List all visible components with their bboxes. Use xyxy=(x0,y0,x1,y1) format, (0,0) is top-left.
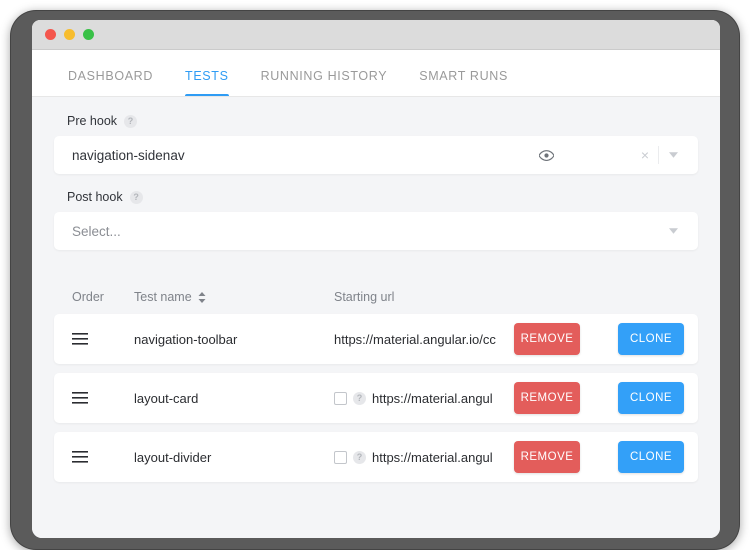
tab-dashboard[interactable]: DASHBOARD xyxy=(52,69,169,97)
post-hook-label: Post hook xyxy=(67,190,123,204)
clone-button[interactable]: CLONE xyxy=(618,323,684,355)
starting-url-text: https://material.angul xyxy=(372,449,493,465)
row-actions: REMOVE CLONE xyxy=(514,323,684,355)
column-header-test-name[interactable]: Test name xyxy=(134,290,334,304)
post-hook-field-group: Post hook ? Select... xyxy=(32,174,720,250)
column-header-starting-url: Starting url xyxy=(334,290,395,304)
tab-smart-runs[interactable]: SMART RUNS xyxy=(403,69,524,97)
starting-url-text: https://material.angul xyxy=(372,390,493,406)
window-title-bar xyxy=(32,20,720,50)
drag-handle-icon[interactable] xyxy=(72,333,134,345)
pre-hook-field-group: Pre hook ? navigation-sidenav × xyxy=(32,97,720,174)
remove-button[interactable]: REMOVE xyxy=(514,323,580,355)
table-row[interactable]: layout-card ? https://material.angul REM… xyxy=(54,373,698,423)
starting-url-cell: ? https://material.angul xyxy=(334,450,514,465)
table-row[interactable]: navigation-toolbar https://material.angu… xyxy=(54,314,698,364)
device-frame: DASHBOARD TESTS RUNNING HISTORY SMART RU… xyxy=(10,10,740,550)
close-window-button[interactable] xyxy=(45,29,56,40)
pre-hook-select[interactable]: navigation-sidenav × xyxy=(54,136,698,174)
post-hook-select[interactable]: Select... xyxy=(54,212,698,250)
url-help-icon[interactable]: ? xyxy=(353,450,366,464)
tests-table: Order Test name Starting url navigation-… xyxy=(32,280,720,482)
pre-hook-label: Pre hook xyxy=(67,114,118,128)
row-checkbox[interactable] xyxy=(334,450,347,464)
eye-icon[interactable] xyxy=(538,149,554,161)
chevron-down-icon[interactable] xyxy=(659,152,688,158)
test-name-cell: layout-divider xyxy=(134,449,212,465)
pre-hook-help-icon[interactable]: ? xyxy=(124,114,138,128)
test-name-cell: navigation-toolbar xyxy=(134,331,238,347)
sort-arrows-icon[interactable] xyxy=(198,291,206,303)
remove-button[interactable]: REMOVE xyxy=(514,441,580,473)
drag-handle-icon[interactable] xyxy=(72,451,134,463)
browser-window: DASHBOARD TESTS RUNNING HISTORY SMART RU… xyxy=(32,20,720,538)
row-actions: REMOVE CLONE xyxy=(514,382,684,414)
clone-button[interactable]: CLONE xyxy=(618,382,684,414)
minimize-window-button[interactable] xyxy=(64,29,75,40)
test-name-cell: layout-card xyxy=(134,390,199,406)
tab-running-history[interactable]: RUNNING HISTORY xyxy=(245,69,404,97)
post-hook-placeholder: Select... xyxy=(72,223,121,239)
clear-pre-hook-icon[interactable]: × xyxy=(632,148,658,162)
chevron-down-icon[interactable] xyxy=(659,228,688,234)
url-help-icon[interactable]: ? xyxy=(353,391,366,405)
column-header-test-name-label: Test name xyxy=(134,290,192,304)
starting-url-cell: ? https://material.angul xyxy=(334,391,514,406)
pre-hook-value: navigation-sidenav xyxy=(72,147,185,163)
maximize-window-button[interactable] xyxy=(83,29,94,40)
tab-bar: DASHBOARD TESTS RUNNING HISTORY SMART RU… xyxy=(32,50,720,97)
tests-page-body: Pre hook ? navigation-sidenav × Post hoo… xyxy=(32,97,720,538)
starting-url-cell: https://material.angular.io/cc xyxy=(334,332,514,347)
post-hook-label-row: Post hook ? xyxy=(54,190,698,204)
tab-tests[interactable]: TESTS xyxy=(169,69,245,97)
clone-button[interactable]: CLONE xyxy=(618,441,684,473)
table-header-row: Order Test name Starting url xyxy=(54,280,698,314)
column-header-order: Order xyxy=(72,290,104,304)
starting-url-text: https://material.angular.io/cc xyxy=(334,331,496,347)
post-hook-help-icon[interactable]: ? xyxy=(129,190,143,204)
drag-handle-icon[interactable] xyxy=(72,392,134,404)
row-actions: REMOVE CLONE xyxy=(514,441,684,473)
remove-button[interactable]: REMOVE xyxy=(514,382,580,414)
table-row[interactable]: layout-divider ? https://material.angul … xyxy=(54,432,698,482)
pre-hook-label-row: Pre hook ? xyxy=(54,114,698,128)
row-checkbox[interactable] xyxy=(334,391,347,405)
